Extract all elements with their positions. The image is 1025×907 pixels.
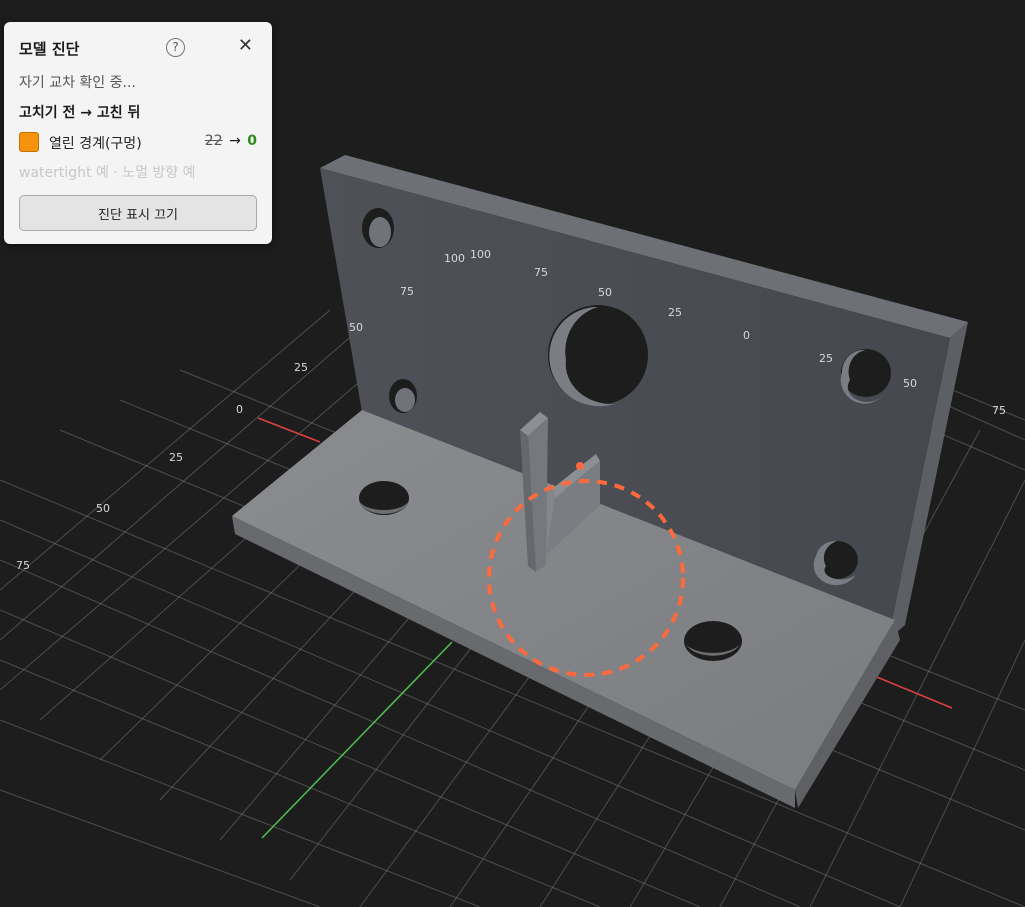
compare-header: 고치기 전 → 고친 뒤	[19, 105, 141, 121]
grid-label: 25	[294, 361, 308, 374]
panel-header: 모델 진단 ? ✕	[19, 22, 257, 74]
issue-label: 열린 경계(구멍)	[49, 136, 142, 152]
grid-label: 25	[668, 306, 682, 319]
grid-label: 75	[16, 559, 30, 572]
arrow-icon: →	[229, 133, 241, 149]
toggle-diagnostics-button[interactable]: 진단 표시 끄기	[19, 195, 257, 231]
status-text: 자기 교차 확인 중...	[19, 75, 136, 91]
issue-count-before: 22	[204, 133, 223, 149]
grid-label: 75	[400, 285, 414, 298]
grid-label: 25	[819, 352, 833, 365]
grid-label: 100	[470, 248, 491, 261]
x-axis-line	[257, 417, 321, 443]
issue-row-open-boundary: 열린 경계(구멍) 22 → 0	[19, 128, 257, 158]
grid-label: 75	[992, 404, 1006, 417]
grid-label: 75	[534, 266, 548, 279]
grid-label: 50	[903, 377, 917, 390]
issue-highlight-dot[interactable]	[576, 462, 584, 470]
issue-values: 22 → 0	[205, 133, 257, 149]
grid-label: 0	[743, 329, 750, 342]
issue-count-after: 0	[247, 133, 257, 149]
close-icon[interactable]: ✕	[238, 36, 253, 56]
grid-label: 50	[96, 502, 110, 515]
grid-label: 50	[598, 286, 612, 299]
grid-label: 100	[444, 252, 465, 265]
grid-label: 50	[349, 321, 363, 334]
question-circle-icon[interactable]: ?	[166, 38, 185, 57]
grid-label: 25	[169, 451, 183, 464]
x-axis-line-far	[871, 674, 953, 709]
mesh-info-line: watertight 예 · 노멀 방향 예	[19, 165, 196, 181]
y-axis-line	[261, 641, 453, 839]
diagnostics-panel: 모델 진단 ? ✕ 자기 교차 확인 중... 고치기 전 → 고친 뒤 열린 …	[4, 22, 272, 244]
issue-color-swatch	[19, 132, 39, 152]
panel-title: 모델 진단	[19, 40, 80, 58]
grid-label: 0	[236, 403, 243, 416]
